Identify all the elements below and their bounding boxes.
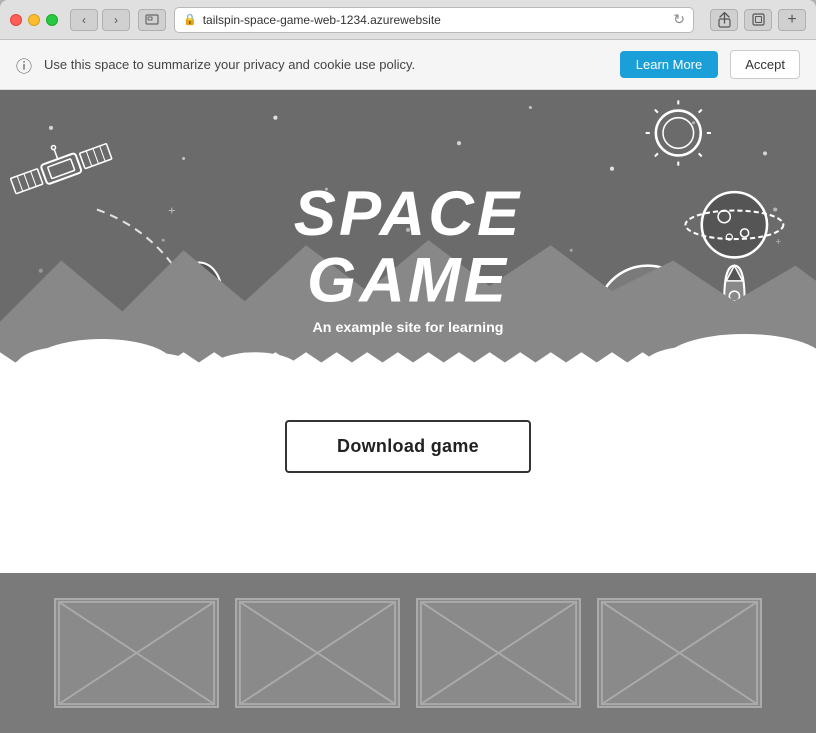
- forward-button[interactable]: ›: [102, 9, 130, 31]
- svg-text:+: +: [775, 237, 781, 248]
- close-button[interactable]: [10, 14, 22, 26]
- cookie-policy-text: Use this space to summarize your privacy…: [44, 57, 608, 72]
- browser-titlebar: ‹ › 🔒 tailspin-space-game-web-1234.azure…: [0, 0, 816, 40]
- main-content: Download game: [0, 380, 816, 573]
- download-game-button[interactable]: Download game: [285, 420, 531, 473]
- new-tab-button[interactable]: +: [778, 9, 806, 31]
- hero-section: + + + +: [0, 90, 816, 380]
- lock-icon: 🔒: [183, 13, 197, 26]
- placeholder-image-1: [54, 598, 219, 708]
- cookie-banner: ⓘ Use this space to summarize your priva…: [0, 40, 816, 90]
- reload-button[interactable]: ↻: [673, 11, 685, 28]
- browser-window: ‹ › 🔒 tailspin-space-game-web-1234.azure…: [0, 0, 816, 733]
- back-button[interactable]: ‹: [70, 9, 98, 31]
- fullscreen-button[interactable]: [744, 9, 772, 31]
- placeholder-image-2: [235, 598, 400, 708]
- url-text: tailspin-space-game-web-1234.azurewebsit…: [203, 13, 668, 27]
- placeholder-image-4: [597, 598, 762, 708]
- svg-text:GAME: GAME: [307, 245, 509, 315]
- learn-more-button[interactable]: Learn More: [620, 51, 718, 78]
- svg-text:SPACE: SPACE: [294, 179, 522, 249]
- placeholder-image-3: [416, 598, 581, 708]
- tab-view-button[interactable]: [138, 9, 166, 31]
- nav-buttons: ‹ ›: [70, 9, 130, 31]
- browser-content: ⓘ Use this space to summarize your priva…: [0, 40, 816, 733]
- address-bar[interactable]: 🔒 tailspin-space-game-web-1234.azurewebs…: [174, 7, 694, 33]
- accept-button[interactable]: Accept: [730, 50, 800, 79]
- maximize-button[interactable]: [46, 14, 58, 26]
- toolbar-right: +: [710, 9, 806, 31]
- info-icon: ⓘ: [16, 53, 32, 77]
- footer-section: [0, 573, 816, 733]
- svg-text:An example site for learning: An example site for learning: [312, 320, 503, 336]
- share-button[interactable]: [710, 9, 738, 31]
- minimize-button[interactable]: [28, 14, 40, 26]
- traffic-lights: [10, 14, 58, 26]
- svg-text:+: +: [168, 204, 175, 218]
